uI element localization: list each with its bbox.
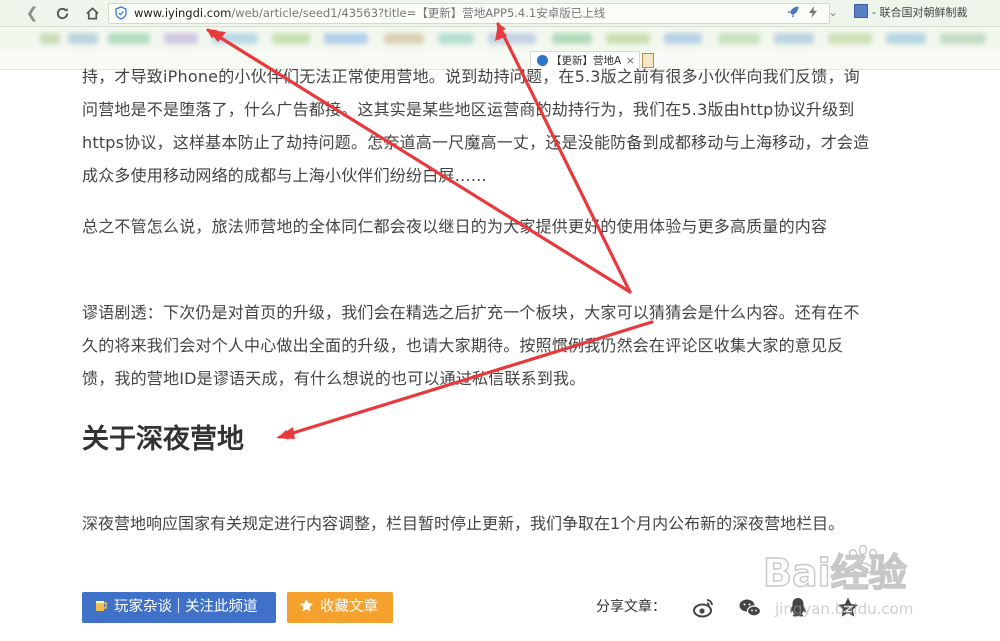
arrowhead-section-heading xyxy=(276,427,295,439)
annotation-arrows xyxy=(206,22,654,440)
arrow-to-section-heading xyxy=(278,320,654,440)
